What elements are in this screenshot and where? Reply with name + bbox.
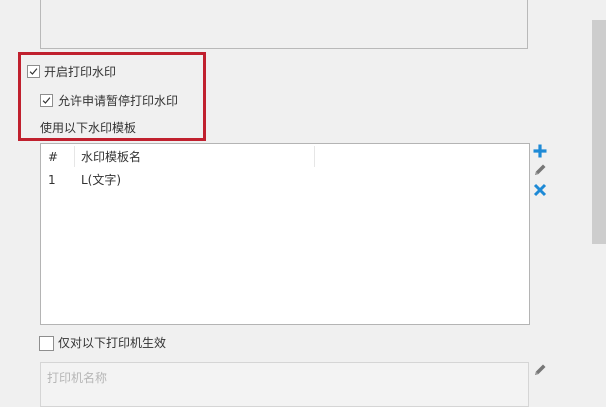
column-separator [314,146,315,167]
delete-template-button[interactable] [532,182,548,198]
printer-name-input[interactable]: 打印机名称 [40,362,529,407]
printer-filter-checkbox[interactable] [39,336,54,351]
column-header-index[interactable]: # [48,149,58,165]
edit-printer-button[interactable] [532,362,548,378]
vertical-scrollbar[interactable] [592,20,606,244]
printer-name-placeholder: 打印机名称 [47,371,108,385]
use-template-label: 使用以下水印模板 [40,121,137,135]
enable-watermark-checkbox[interactable] [27,65,40,78]
row-template-name: L(文字) [81,173,122,187]
x-icon [533,183,547,197]
plus-icon [533,144,547,158]
column-separator [74,146,75,167]
edit-template-button[interactable] [532,162,548,178]
pencil-icon [535,364,546,375]
column-header-name[interactable]: 水印模板名 [81,149,141,165]
allow-pause-label: 允许申请暂停打印水印 [58,94,179,108]
check-icon [29,68,38,75]
pencil-icon [535,164,546,175]
enable-watermark-label: 开启打印水印 [44,65,117,79]
allow-pause-checkbox[interactable] [40,94,53,107]
top-panel [40,0,528,49]
add-template-button[interactable] [532,143,548,159]
table-row[interactable]: 1 L(文字) [41,170,529,190]
template-table: # 水印模板名 1 L(文字) [40,143,530,325]
row-index: 1 [48,173,56,187]
check-icon [42,97,51,104]
printer-filter-label: 仅对以下打印机生效 [58,336,167,350]
